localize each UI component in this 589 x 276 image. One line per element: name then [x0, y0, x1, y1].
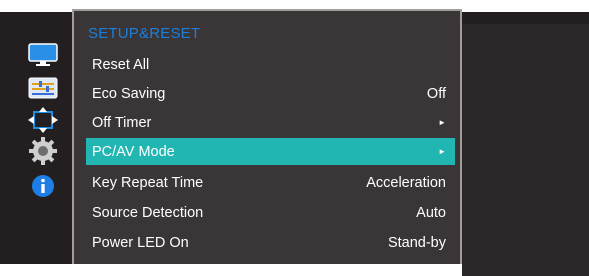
menu-title: SETUP&RESET: [88, 25, 201, 42]
picture-adjust-icon[interactable]: [25, 76, 61, 100]
menu-item-source-detection[interactable]: Source Detection Auto: [86, 199, 455, 226]
menu-item-label: PC/AV Mode: [92, 143, 175, 160]
menu-item-label: Power LED On: [92, 234, 189, 251]
sidebar: [12, 24, 72, 276]
menu-item-off-timer[interactable]: Off Timer ►: [86, 109, 455, 136]
right-panel: [462, 24, 589, 276]
menu-item-reset-all[interactable]: Reset All: [86, 51, 455, 78]
menu-item-label: Eco Saving: [92, 85, 166, 102]
monitor-icon[interactable]: [25, 42, 61, 66]
menu-item-pc-av-mode[interactable]: PC/AV Mode ►: [86, 138, 455, 165]
menu-item-value: Auto: [416, 204, 446, 221]
menu-item-value: Acceleration: [366, 174, 446, 191]
screen-size-icon[interactable]: [25, 107, 61, 133]
menu-item-label: Reset All: [92, 56, 150, 73]
menu-item-power-led-on[interactable]: Power LED On Stand-by: [86, 229, 455, 256]
menu-item-label: Off Timer: [92, 114, 152, 131]
menu-item-label: Source Detection: [92, 204, 204, 221]
menu-item-eco-saving[interactable]: Eco Saving Off: [86, 80, 455, 107]
menu-item-key-repeat-time[interactable]: Key Repeat Time Acceleration: [86, 169, 455, 196]
menu-item-value: Off: [426, 85, 446, 102]
setup-reset-panel: SETUP&RESET Reset All Eco Saving Off Off…: [72, 9, 462, 264]
arrow-right-icon: ►: [438, 147, 446, 156]
arrow-right-icon: ►: [438, 118, 446, 127]
gear-icon[interactable]: [25, 137, 61, 165]
menu-item-value: Stand-by: [387, 234, 446, 251]
info-icon[interactable]: [25, 174, 61, 198]
menu-item-label: Key Repeat Time: [92, 174, 204, 191]
